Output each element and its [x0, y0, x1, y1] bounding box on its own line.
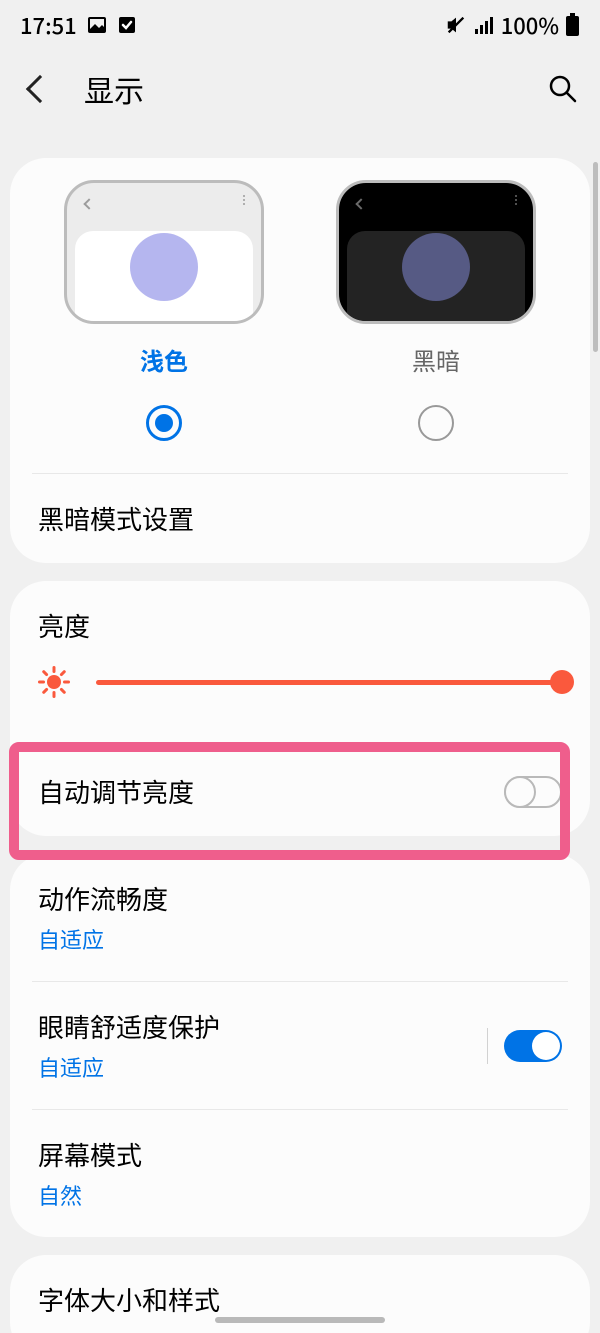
app-bar: 显示 [0, 50, 600, 128]
brightness-card: 亮度 自动调节亮度 [10, 581, 590, 836]
auto-brightness-toggle[interactable] [504, 776, 562, 808]
brightness-slider[interactable] [96, 680, 562, 685]
radio-dark[interactable] [418, 405, 454, 441]
picture-icon [87, 15, 107, 35]
brightness-slider-knob[interactable] [550, 670, 574, 694]
battery-icon [565, 13, 580, 37]
font-size-style-label: 字体大小和样式 [38, 1281, 220, 1318]
search-button[interactable] [548, 74, 578, 104]
battery-percent: 100% [501, 9, 559, 41]
motion-smoothness-value: 自适应 [38, 923, 168, 955]
screen-mode-label: 屏幕模式 [38, 1136, 142, 1173]
signal-icon [473, 14, 495, 36]
eye-comfort-value: 自适应 [38, 1051, 220, 1083]
radio-light[interactable] [146, 405, 182, 441]
eye-comfort-label: 眼睛舒适度保护 [38, 1008, 220, 1045]
divider [487, 1028, 488, 1064]
theme-option-dark[interactable]: 黑暗 [311, 180, 561, 441]
brightness-section-label: 亮度 [10, 581, 590, 666]
scrollbar[interactable] [593, 162, 598, 352]
eye-comfort-toggle[interactable] [504, 1030, 562, 1062]
theme-card: 浅色 黑暗 黑暗模式设置 [10, 158, 590, 563]
status-right: 100% [445, 9, 580, 41]
mute-icon [445, 14, 467, 36]
screen-mode-row[interactable]: 屏幕模式 自然 [10, 1110, 590, 1237]
dark-mode-settings-label: 黑暗模式设置 [38, 500, 194, 537]
eye-comfort-row[interactable]: 眼睛舒适度保护 自适应 [10, 982, 590, 1109]
auto-brightness-label: 自动调节亮度 [38, 773, 194, 810]
theme-thumb-light [64, 180, 264, 324]
theme-option-light[interactable]: 浅色 [39, 180, 289, 441]
brightness-icon [38, 666, 70, 698]
motion-smoothness-row[interactable]: 动作流畅度 自适应 [10, 854, 590, 981]
screen-mode-value: 自然 [38, 1179, 142, 1211]
theme-thumb-dark [336, 180, 536, 324]
auto-brightness-row[interactable]: 自动调节亮度 [10, 747, 590, 836]
dark-mode-settings-row[interactable]: 黑暗模式设置 [10, 474, 590, 563]
status-left: 17:51 [20, 9, 137, 41]
back-button[interactable] [26, 75, 54, 103]
motion-smoothness-label: 动作流畅度 [38, 880, 168, 917]
checkbox-icon [117, 15, 137, 35]
page-title: 显示 [84, 67, 144, 111]
settings-card: 动作流畅度 自适应 眼睛舒适度保护 自适应 屏幕模式 自然 [10, 854, 590, 1237]
theme-label-dark: 黑暗 [412, 342, 460, 377]
status-bar: 17:51 100% [0, 0, 600, 50]
theme-label-light: 浅色 [140, 342, 188, 377]
clock: 17:51 [20, 9, 77, 41]
nav-indicator[interactable] [215, 1317, 385, 1323]
